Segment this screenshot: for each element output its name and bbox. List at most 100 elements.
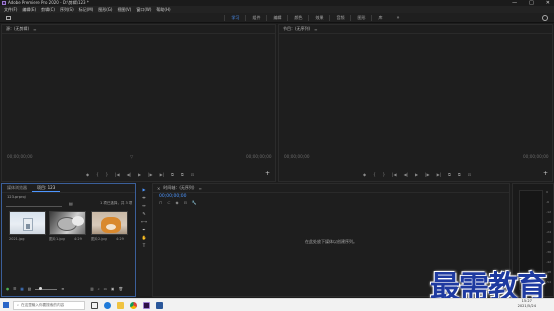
- go-to-out-button[interactable]: ▶|: [437, 172, 441, 177]
- workspace-tab-audio[interactable]: 音频: [329, 14, 350, 21]
- play-button[interactable]: ▶: [415, 172, 418, 177]
- wrench-icon[interactable]: 🔧: [192, 200, 197, 205]
- premiere-taskbar-icon[interactable]: [143, 301, 150, 309]
- new-bin-footer-icon[interactable]: ▭: [104, 287, 107, 291]
- list-view-icon[interactable]: ☰: [13, 287, 16, 291]
- zoom-slider-handle[interactable]: [39, 287, 43, 290]
- project-search-input[interactable]: [6, 202, 62, 207]
- panel-menu-icon[interactable]: ≡: [314, 27, 317, 32]
- new-bin-icon[interactable]: ▤: [69, 201, 73, 206]
- timeline-settings-icon[interactable]: ⊟: [184, 200, 187, 205]
- windows-start-icon[interactable]: [3, 302, 9, 308]
- menu-window[interactable]: 窗口(W): [136, 7, 151, 13]
- lift-button[interactable]: ⧉: [448, 172, 451, 177]
- clip-thumbnail[interactable]: [9, 211, 46, 235]
- export-frame-button[interactable]: ⊡: [468, 172, 471, 177]
- track-select-tool-icon[interactable]: ⇹: [142, 195, 145, 200]
- hand-tool-icon[interactable]: ✋: [142, 235, 147, 240]
- workspace-tab-graphics[interactable]: 图形: [350, 14, 371, 21]
- menu-graphics[interactable]: 图形(G): [98, 7, 112, 13]
- close-icon[interactable]: ×: [157, 186, 160, 191]
- add-marker-button[interactable]: ◆: [86, 172, 89, 177]
- workspace-bar: 学习 组件 编辑 颜色 效果 音频 图形 库 »: [0, 13, 554, 23]
- program-monitor-title[interactable]: 节目：(无序列): [283, 26, 310, 32]
- panel-menu-icon[interactable]: ≡: [198, 186, 201, 191]
- program-timecode-left[interactable]: 00;00;00;00: [284, 154, 310, 159]
- chrome-icon[interactable]: [130, 301, 137, 309]
- linked-selection-icon[interactable]: ⊂: [167, 200, 170, 205]
- write-protect-icon[interactable]: ●: [6, 287, 9, 291]
- panel-menu-icon[interactable]: ≡: [33, 27, 36, 32]
- timeline-title[interactable]: 时间轴：(无序列): [163, 185, 194, 191]
- sort-icon[interactable]: ≡: [61, 287, 64, 291]
- workspace-more-button[interactable]: »: [388, 15, 399, 21]
- step-forward-button[interactable]: |▶: [425, 172, 429, 177]
- workspace-tab-effects[interactable]: 效果: [308, 14, 329, 21]
- timeline-timecode[interactable]: 00;00;00;00: [159, 194, 186, 199]
- source-zoom-select[interactable]: ▽: [130, 154, 133, 159]
- go-to-in-button[interactable]: |◀: [115, 172, 119, 177]
- tab-project[interactable]: 项目: 123: [32, 185, 61, 192]
- export-frame-button[interactable]: ⊡: [191, 172, 194, 177]
- step-back-button[interactable]: ◀|: [404, 172, 408, 177]
- meter-tick: -6: [546, 200, 550, 204]
- workspace-tab-assembly[interactable]: 组件: [245, 14, 266, 21]
- snap-icon[interactable]: ⊓: [159, 200, 162, 205]
- menu-clip[interactable]: 剪辑(C): [41, 7, 55, 13]
- menu-markers[interactable]: 标记(M): [79, 7, 94, 13]
- menu-edit[interactable]: 编辑(E): [22, 7, 36, 13]
- add-marker-icon[interactable]: ◆: [175, 200, 178, 205]
- add-marker-button[interactable]: ◆: [363, 172, 366, 177]
- clip-image-detail: [106, 224, 116, 230]
- zoom-slider[interactable]: [35, 287, 58, 290]
- go-to-in-button[interactable]: |◀: [392, 172, 396, 177]
- step-forward-button[interactable]: |▶: [148, 172, 152, 177]
- find-icon[interactable]: ⌕: [98, 287, 100, 291]
- go-to-out-button[interactable]: ▶|: [160, 172, 164, 177]
- mark-in-button[interactable]: {: [96, 172, 99, 177]
- source-monitor-panel: 源：(无剪辑) ≡ 00;00;00;00 ▽ 00;00;00;00 ◆ { …: [1, 24, 276, 182]
- overwrite-button[interactable]: ⧉: [181, 172, 184, 177]
- extract-button[interactable]: ⧉: [458, 172, 461, 177]
- word-icon[interactable]: [156, 301, 163, 309]
- selection-tool-icon[interactable]: ▶: [142, 187, 145, 192]
- pen-tool-icon[interactable]: ✒: [142, 227, 145, 232]
- mark-out-button[interactable]: }: [383, 172, 386, 177]
- play-button[interactable]: ▶: [138, 172, 141, 177]
- clip-thumbnail[interactable]: [91, 211, 128, 235]
- clear-icon[interactable]: 🗑: [118, 287, 123, 291]
- workspace-tab-libraries[interactable]: 库: [371, 14, 388, 21]
- freeform-view-icon[interactable]: ▧: [28, 287, 31, 291]
- workspace-tab-learn[interactable]: 学习: [224, 14, 245, 21]
- step-back-button[interactable]: ◀|: [127, 172, 131, 177]
- menu-view[interactable]: 视图(V): [117, 7, 131, 13]
- type-tool-icon[interactable]: T: [143, 243, 145, 248]
- workspace-tab-editing[interactable]: 编辑: [266, 14, 287, 21]
- program-add-button[interactable]: +: [543, 170, 548, 177]
- razor-tool-icon[interactable]: ✎: [142, 211, 145, 216]
- source-monitor-title[interactable]: 源：(无剪辑): [6, 26, 29, 32]
- mark-in-button[interactable]: {: [373, 172, 376, 177]
- menu-sequence[interactable]: 序列(S): [60, 7, 74, 13]
- taskbar-search-input[interactable]: ⌕ 在这里输入你要搜索的内容: [13, 300, 85, 310]
- clip-thumbnail[interactable]: [49, 211, 86, 235]
- menu-help[interactable]: 帮助(H): [156, 7, 170, 13]
- automate-icon[interactable]: ▥: [90, 287, 93, 291]
- mark-out-button[interactable]: }: [106, 172, 109, 177]
- home-icon[interactable]: [6, 16, 11, 20]
- workspace-tab-color[interactable]: 颜色: [287, 14, 308, 21]
- edge-browser-icon[interactable]: [104, 301, 111, 309]
- tab-media-browser[interactable]: 媒体浏览器: [2, 185, 32, 191]
- new-item-icon[interactable]: ▣: [111, 287, 114, 291]
- system-clock[interactable]: 15:27 2021/5/24: [518, 299, 536, 308]
- menu-file[interactable]: 文件(F): [4, 7, 17, 13]
- ripple-edit-tool-icon[interactable]: ↔: [142, 203, 145, 208]
- insert-button[interactable]: ⧉: [171, 172, 174, 177]
- icon-view-icon[interactable]: ▦: [20, 287, 23, 291]
- search-icon[interactable]: [542, 15, 548, 21]
- task-view-icon[interactable]: [91, 301, 98, 309]
- file-explorer-icon[interactable]: [117, 301, 124, 309]
- slip-tool-icon[interactable]: ⟷: [141, 219, 147, 224]
- source-timecode-left[interactable]: 00;00;00;00: [7, 154, 33, 159]
- source-add-button[interactable]: +: [265, 170, 270, 177]
